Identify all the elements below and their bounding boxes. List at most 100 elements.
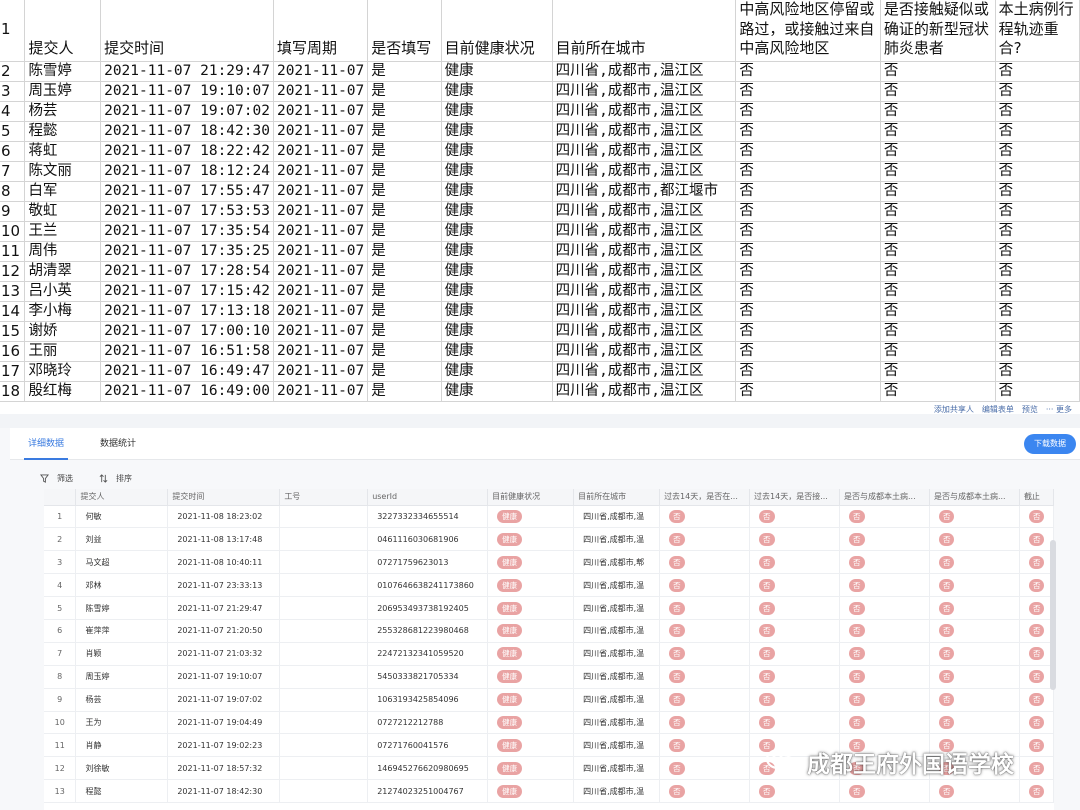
- sheet-cell[interactable]: 四川省,成都市,温江区: [552, 161, 737, 182]
- answer-cell[interactable]: 否: [1019, 505, 1054, 529]
- row-index[interactable]: 2: [44, 527, 77, 552]
- submit-time-cell[interactable]: 2021-11-07 19:04:49: [167, 711, 281, 735]
- userid-cell[interactable]: 07271760041576: [367, 733, 489, 758]
- row-number[interactable]: 7: [0, 161, 26, 182]
- sheet-cell[interactable]: 2021-11-07: [273, 321, 369, 342]
- submit-time-cell[interactable]: 2021-11-07 19:07:02: [167, 688, 281, 712]
- sheet-cell[interactable]: 四川省,成都市,温江区: [552, 301, 737, 322]
- submitter-cell[interactable]: 程懿: [75, 779, 169, 804]
- sheet-cell[interactable]: 周玉婷: [24, 81, 102, 102]
- sheet-cell[interactable]: 四川省,成都市,温江区: [552, 361, 737, 382]
- sheet-cell[interactable]: 否: [735, 361, 881, 382]
- health-status-cell[interactable]: 健康: [487, 550, 575, 575]
- answer-cell[interactable]: 否: [839, 779, 930, 804]
- grid-column-header[interactable]: 提交人: [75, 489, 169, 506]
- answer-cell[interactable]: 否: [749, 527, 840, 552]
- answer-cell[interactable]: 否: [749, 505, 840, 529]
- answer-cell[interactable]: 否: [1019, 688, 1054, 712]
- health-status-cell[interactable]: 健康: [487, 779, 575, 804]
- sheet-cell[interactable]: 否: [735, 201, 881, 222]
- sheet-cell[interactable]: 2021-11-07: [273, 281, 369, 302]
- row-index[interactable]: 5: [44, 596, 77, 620]
- answer-cell[interactable]: 否: [1019, 711, 1054, 735]
- sheet-cell[interactable]: 是: [367, 221, 442, 242]
- answer-cell[interactable]: 否: [839, 688, 930, 712]
- grid-column-header[interactable]: 过去14天，是否接...: [749, 489, 840, 506]
- city-cell[interactable]: 四川省,成都市,温: [573, 527, 661, 552]
- submitter-cell[interactable]: 何敏: [75, 505, 169, 529]
- sheet-cell[interactable]: 否: [880, 301, 996, 322]
- sheet-cell[interactable]: 四川省,成都市,温江区: [552, 101, 737, 122]
- answer-cell[interactable]: 否: [839, 505, 930, 529]
- table-row[interactable]: 4 邓林 2021-11-07 23:33:13 010764663824117386…: [44, 573, 1054, 598]
- answer-cell[interactable]: 否: [929, 505, 1020, 529]
- sheet-cell[interactable]: 2021-11-07 16:49:00: [100, 381, 274, 402]
- sheet-cell[interactable]: 四川省,成都市,都江堰市: [552, 181, 737, 202]
- submitter-cell[interactable]: 肖静: [75, 733, 169, 758]
- employee-id-cell[interactable]: [279, 642, 369, 666]
- sheet-cell[interactable]: 是: [367, 261, 442, 282]
- row-number[interactable]: 8: [0, 181, 26, 202]
- city-cell[interactable]: 四川省,成都市,温: [573, 642, 661, 666]
- city-cell[interactable]: 四川省,成都市,温: [573, 619, 661, 643]
- health-status-cell[interactable]: 健康: [487, 505, 575, 529]
- sheet-cell[interactable]: 2021-11-07 18:42:30: [100, 121, 274, 142]
- sheet-cell[interactable]: 否: [735, 221, 881, 242]
- sheet-cell[interactable]: 健康: [441, 101, 553, 122]
- sheet-cell[interactable]: 否: [735, 281, 881, 302]
- userid-cell[interactable]: 1063193425854096: [367, 688, 489, 712]
- answer-cell[interactable]: 否: [749, 573, 840, 598]
- sheet-cell[interactable]: 健康: [441, 321, 553, 342]
- userid-cell[interactable]: 5450333821705334: [367, 665, 489, 689]
- sheet-cell[interactable]: 四川省,成都市,温江区: [552, 241, 737, 262]
- answer-cell[interactable]: 否: [1019, 527, 1054, 552]
- employee-id-cell[interactable]: [279, 619, 369, 643]
- submit-time-cell[interactable]: 2021-11-08 10:40:11: [167, 550, 281, 575]
- sheet-cell[interactable]: 2021-11-07 17:00:10: [100, 321, 274, 342]
- health-status-cell[interactable]: 健康: [487, 711, 575, 735]
- employee-id-cell[interactable]: [279, 505, 369, 529]
- sheet-cell[interactable]: 李小梅: [24, 301, 102, 322]
- submit-time-cell[interactable]: 2021-11-07 18:57:32: [167, 756, 281, 781]
- grid-column-header[interactable]: 目前所在城市: [573, 489, 661, 506]
- sheet-cell[interactable]: 2021-11-07 18:12:24: [100, 161, 274, 182]
- sheet-cell[interactable]: 谢娇: [24, 321, 102, 342]
- sheet-cell[interactable]: 2021-11-07 17:35:54: [100, 221, 274, 242]
- sheet-cell[interactable]: 是: [367, 241, 442, 262]
- sheet-cell[interactable]: 2021-11-07: [273, 181, 369, 202]
- sheet-cell[interactable]: 否: [880, 121, 996, 142]
- sheet-cell[interactable]: 否: [995, 121, 1080, 142]
- health-status-cell[interactable]: 健康: [487, 619, 575, 643]
- row-index[interactable]: 8: [44, 665, 77, 689]
- health-status-cell[interactable]: 健康: [487, 596, 575, 620]
- sheet-cell[interactable]: 健康: [441, 161, 553, 182]
- grid-column-header[interactable]: 是否与成都本土病...: [839, 489, 930, 506]
- city-cell[interactable]: 四川省,成都市,温: [573, 711, 661, 735]
- sheet-cell[interactable]: 是: [367, 321, 442, 342]
- table-row[interactable]: 1 何敏 2021-11-08 18:23:02 3227332334655514 健康…: [44, 505, 1054, 529]
- sheet-cell[interactable]: 否: [995, 161, 1080, 182]
- column-header[interactable]: 填写周期: [273, 0, 369, 62]
- userid-cell[interactable]: 3227332334655514: [367, 505, 489, 529]
- sheet-cell[interactable]: 健康: [441, 241, 553, 262]
- health-status-cell[interactable]: 健康: [487, 573, 575, 598]
- sheet-cell[interactable]: 2021-11-07: [273, 301, 369, 322]
- row-number[interactable]: 15: [0, 321, 26, 342]
- submitter-cell[interactable]: 邓林: [75, 573, 169, 598]
- sheet-cell[interactable]: 是: [367, 341, 442, 362]
- table-row[interactable]: 7 肖颖 2021-11-07 21:03:32 22472132341059520 健…: [44, 642, 1054, 666]
- sheet-cell[interactable]: 否: [995, 181, 1080, 202]
- sheet-cell[interactable]: 否: [735, 61, 881, 82]
- row-number[interactable]: 2: [0, 61, 26, 82]
- userid-cell[interactable]: 0727212212788: [367, 711, 489, 735]
- submit-time-cell[interactable]: 2021-11-07 19:02:23: [167, 733, 281, 758]
- answer-cell[interactable]: 否: [929, 573, 1020, 598]
- sheet-cell[interactable]: 四川省,成都市,温江区: [552, 61, 737, 82]
- answer-cell[interactable]: 否: [659, 642, 751, 666]
- row-index[interactable]: 6: [44, 619, 77, 643]
- sheet-cell[interactable]: 健康: [441, 301, 553, 322]
- row-index[interactable]: 12: [44, 756, 77, 781]
- answer-cell[interactable]: 否: [929, 642, 1020, 666]
- sheet-cell[interactable]: 否: [995, 141, 1080, 162]
- sheet-cell[interactable]: 否: [735, 381, 881, 402]
